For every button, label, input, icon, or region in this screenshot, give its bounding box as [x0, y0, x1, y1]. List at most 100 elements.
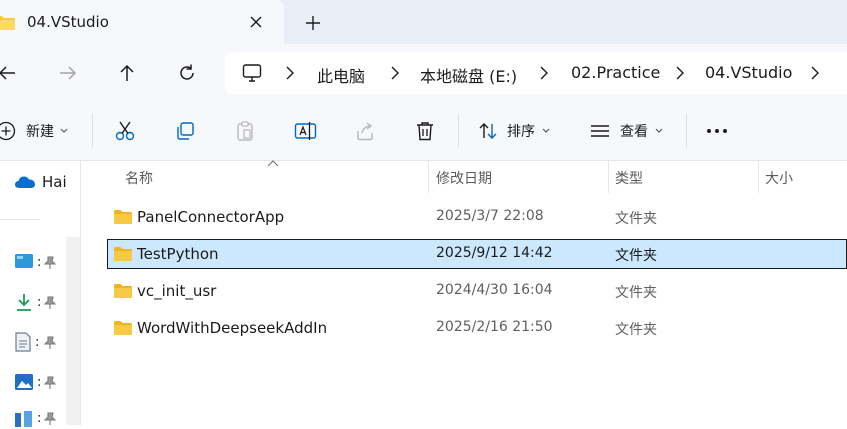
forward-arrow-icon[interactable]	[55, 60, 81, 86]
column-header-name[interactable]: 名称	[125, 168, 153, 188]
file-list: 名称 修改日期 类型 大小 PanelConnectorApp 2025/3/7…	[81, 159, 847, 425]
desktop-icon	[14, 253, 34, 271]
file-type: 文件夹	[615, 322, 657, 338]
up-arrow-icon[interactable]	[114, 60, 140, 86]
sidebar-item-onedrive[interactable]: Hai	[14, 171, 67, 193]
sidebar-item-label: Hai	[42, 173, 67, 191]
download-icon	[14, 292, 34, 312]
share-icon	[354, 120, 376, 142]
folder-icon	[113, 320, 133, 336]
sidebar-item-downloads[interactable]: :	[14, 291, 41, 313]
breadcrumb-vstudio[interactable]: 04.VStudio	[705, 63, 792, 82]
copy-icon	[174, 120, 196, 142]
file-name: PanelConnectorApp	[137, 208, 285, 226]
column-divider[interactable]	[428, 161, 429, 193]
breadcrumb-drive[interactable]: 本地磁盘 (E:)	[420, 63, 517, 87]
close-icon[interactable]	[246, 12, 266, 32]
toolbar-divider	[458, 114, 459, 148]
file-modified-date: 2025/3/7 22:08	[436, 208, 544, 224]
paste-button[interactable]	[234, 118, 256, 144]
column-header-type[interactable]: 类型	[615, 168, 643, 188]
command-bar: 新建 排序 查看	[0, 102, 847, 161]
more-button[interactable]	[706, 118, 728, 144]
pin-icon[interactable]	[44, 376, 56, 390]
file-modified-date: 2024/4/30 16:04	[436, 282, 553, 298]
pin-icon[interactable]	[44, 412, 56, 426]
sort-icon	[478, 121, 498, 141]
share-button[interactable]	[354, 118, 376, 144]
computer-icon[interactable]	[242, 63, 262, 83]
copy-button[interactable]	[174, 118, 196, 144]
paste-icon	[234, 120, 256, 142]
sort-ascending-icon	[267, 159, 279, 167]
folder-icon	[113, 209, 133, 225]
file-row-testpython[interactable]: TestPython 2025/9/12 14:42 文件夹	[107, 239, 847, 269]
file-modified-date: 2025/2/16 21:50	[436, 319, 553, 335]
file-row-panelconnectorapp[interactable]: PanelConnectorApp 2025/3/7 22:08 文件夹	[107, 202, 847, 232]
sidebar-item-label: :	[37, 410, 42, 426]
pin-icon[interactable]	[44, 256, 56, 270]
sidebar-item-desktop[interactable]: :	[14, 251, 41, 273]
sidebar-item-music[interactable]: :	[14, 407, 41, 429]
chevron-right-icon[interactable]	[808, 65, 822, 81]
chevron-right-icon[interactable]	[388, 65, 402, 81]
sidebar-item-label: :	[37, 374, 42, 390]
sidebar-scrollbar[interactable]	[66, 237, 80, 425]
file-type: 文件夹	[615, 285, 657, 301]
chevron-right-icon[interactable]	[283, 65, 297, 81]
address-bar[interactable]: 此电脑 本地磁盘 (E:) 02.Practice 04.VStudio	[225, 52, 847, 94]
cut-icon	[114, 120, 136, 142]
sidebar-item-label: :	[37, 254, 42, 270]
sidebar-item-documents[interactable]: :	[14, 331, 39, 353]
back-arrow-icon[interactable]	[0, 60, 20, 86]
pin-icon[interactable]	[44, 336, 56, 350]
file-row-wordwithdeepseekaddin[interactable]: WordWithDeepseekAddIn 2025/2/16 21:50 文件…	[107, 313, 847, 343]
file-name: vc_init_usr	[137, 282, 217, 300]
file-name: WordWithDeepseekAddIn	[137, 319, 328, 337]
column-divider[interactable]	[758, 161, 759, 193]
view-button-label: 查看	[620, 124, 648, 140]
delete-button[interactable]	[414, 118, 436, 144]
chevron-down-icon	[542, 128, 550, 134]
picture-icon	[14, 373, 34, 391]
column-header-modified[interactable]: 修改日期	[436, 168, 492, 188]
view-button[interactable]: 查看	[590, 118, 663, 144]
music-icon	[14, 409, 34, 427]
chevron-down-icon	[60, 128, 68, 134]
column-divider[interactable]	[608, 161, 609, 193]
file-modified-date: 2025/9/12 14:42	[436, 245, 553, 261]
rename-button[interactable]	[294, 118, 318, 144]
cut-button[interactable]	[114, 118, 136, 144]
breadcrumb-this-pc[interactable]: 此电脑	[317, 63, 365, 87]
plus-circle-icon	[0, 121, 16, 141]
sidebar-item-label: :	[37, 294, 42, 310]
plus-icon[interactable]	[302, 12, 324, 34]
chevron-down-icon	[655, 128, 663, 134]
sort-button[interactable]: 排序	[478, 118, 550, 144]
new-button-label: 新建	[26, 124, 54, 140]
sidebar-item-label: :	[35, 334, 40, 350]
sidebar-item-pictures[interactable]: :	[14, 371, 41, 393]
pin-icon[interactable]	[44, 296, 56, 310]
file-type: 文件夹	[615, 211, 657, 227]
folder-icon	[113, 246, 133, 262]
list-view-icon	[590, 123, 610, 139]
rename-icon	[294, 120, 318, 142]
more-icon	[706, 128, 728, 134]
folder-icon	[0, 15, 16, 31]
breadcrumb-practice[interactable]: 02.Practice	[571, 63, 660, 82]
refresh-icon[interactable]	[174, 60, 200, 86]
toolbar-divider	[686, 114, 687, 148]
document-icon	[14, 332, 32, 352]
column-header-size[interactable]: 大小	[765, 168, 793, 188]
chevron-right-icon[interactable]	[673, 65, 687, 81]
sort-button-label: 排序	[507, 124, 535, 140]
tab-title: 04.VStudio	[27, 13, 109, 31]
navigation-bar: 此电脑 本地磁盘 (E:) 02.Practice 04.VStudio	[0, 44, 847, 102]
file-type: 文件夹	[615, 248, 657, 264]
new-button[interactable]: 新建	[0, 118, 68, 144]
tab-active[interactable]: 04.VStudio	[0, 0, 284, 44]
onedrive-cloud-icon	[14, 175, 36, 189]
chevron-right-icon[interactable]	[537, 65, 551, 81]
file-row-vc-init-usr[interactable]: vc_init_usr 2024/4/30 16:04 文件夹	[107, 276, 847, 306]
